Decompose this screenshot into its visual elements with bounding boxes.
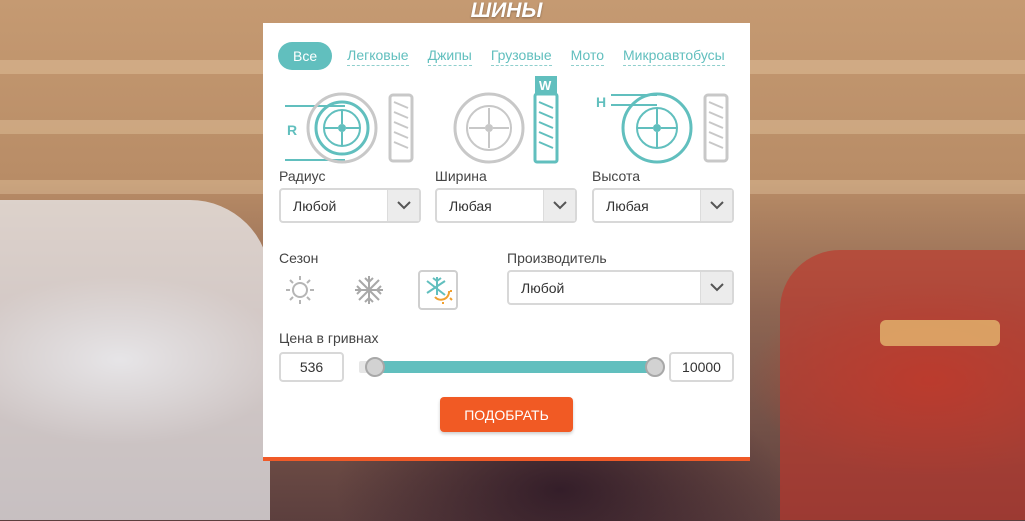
tab-suv[interactable]: Джипы [427, 46, 472, 66]
height-select-value: Любая [606, 197, 649, 214]
tire-search-panel: Все Легковые Джипы Грузовые Мото Микроав… [263, 23, 750, 461]
all-season-option[interactable] [418, 270, 458, 310]
manufacturer-label: Производитель [507, 250, 607, 266]
snowflake-icon [355, 276, 383, 304]
radius-select[interactable]: Любой [279, 188, 421, 223]
radius-tire-icon: R [285, 78, 415, 168]
svg-text:R: R [287, 122, 297, 138]
price-max-input[interactable] [669, 352, 734, 382]
price-slider-min-handle[interactable] [365, 357, 385, 377]
chevron-down-icon [700, 190, 732, 221]
height-label: Высота [592, 168, 641, 184]
width-label: Ширина [435, 168, 487, 184]
tab-cars[interactable]: Легковые [347, 46, 409, 66]
tab-moto[interactable]: Мото [570, 46, 604, 66]
page-title: ШИНЫ [470, 0, 543, 22]
price-slider-max-handle[interactable] [645, 357, 665, 377]
price-min-input[interactable] [279, 352, 344, 382]
tab-trucks[interactable]: Грузовые [490, 46, 552, 66]
summer-season-option[interactable] [280, 270, 320, 310]
chevron-down-icon [387, 190, 419, 221]
season-label: Сезон [279, 250, 319, 266]
vehicle-type-tabs: Все Легковые Джипы Грузовые Мото Микроав… [278, 42, 725, 70]
tab-all[interactable]: Все [278, 42, 333, 70]
all-season-icon [426, 277, 453, 304]
svg-text:W: W [539, 78, 552, 93]
width-select[interactable]: Любая [435, 188, 577, 223]
tab-minibus[interactable]: Микроавтобусы [622, 46, 725, 66]
search-button[interactable]: ПОДОБРАТЬ [440, 397, 573, 432]
width-tire-icon: W [451, 76, 563, 168]
manufacturer-select[interactable]: Любой [507, 270, 734, 305]
sun-icon [286, 276, 314, 304]
radius-select-value: Любой [293, 197, 337, 214]
svg-text:H: H [596, 94, 606, 110]
price-slider-range [375, 361, 655, 373]
radius-label: Радиус [279, 168, 326, 184]
chevron-down-icon [700, 272, 732, 303]
chevron-down-icon [543, 190, 575, 221]
height-tire-icon: H [595, 78, 735, 168]
price-label: Цена в гривнах [279, 330, 379, 346]
width-select-value: Любая [449, 197, 492, 214]
manufacturer-select-value: Любой [521, 279, 565, 296]
winter-season-option[interactable] [349, 270, 389, 310]
height-select[interactable]: Любая [592, 188, 734, 223]
